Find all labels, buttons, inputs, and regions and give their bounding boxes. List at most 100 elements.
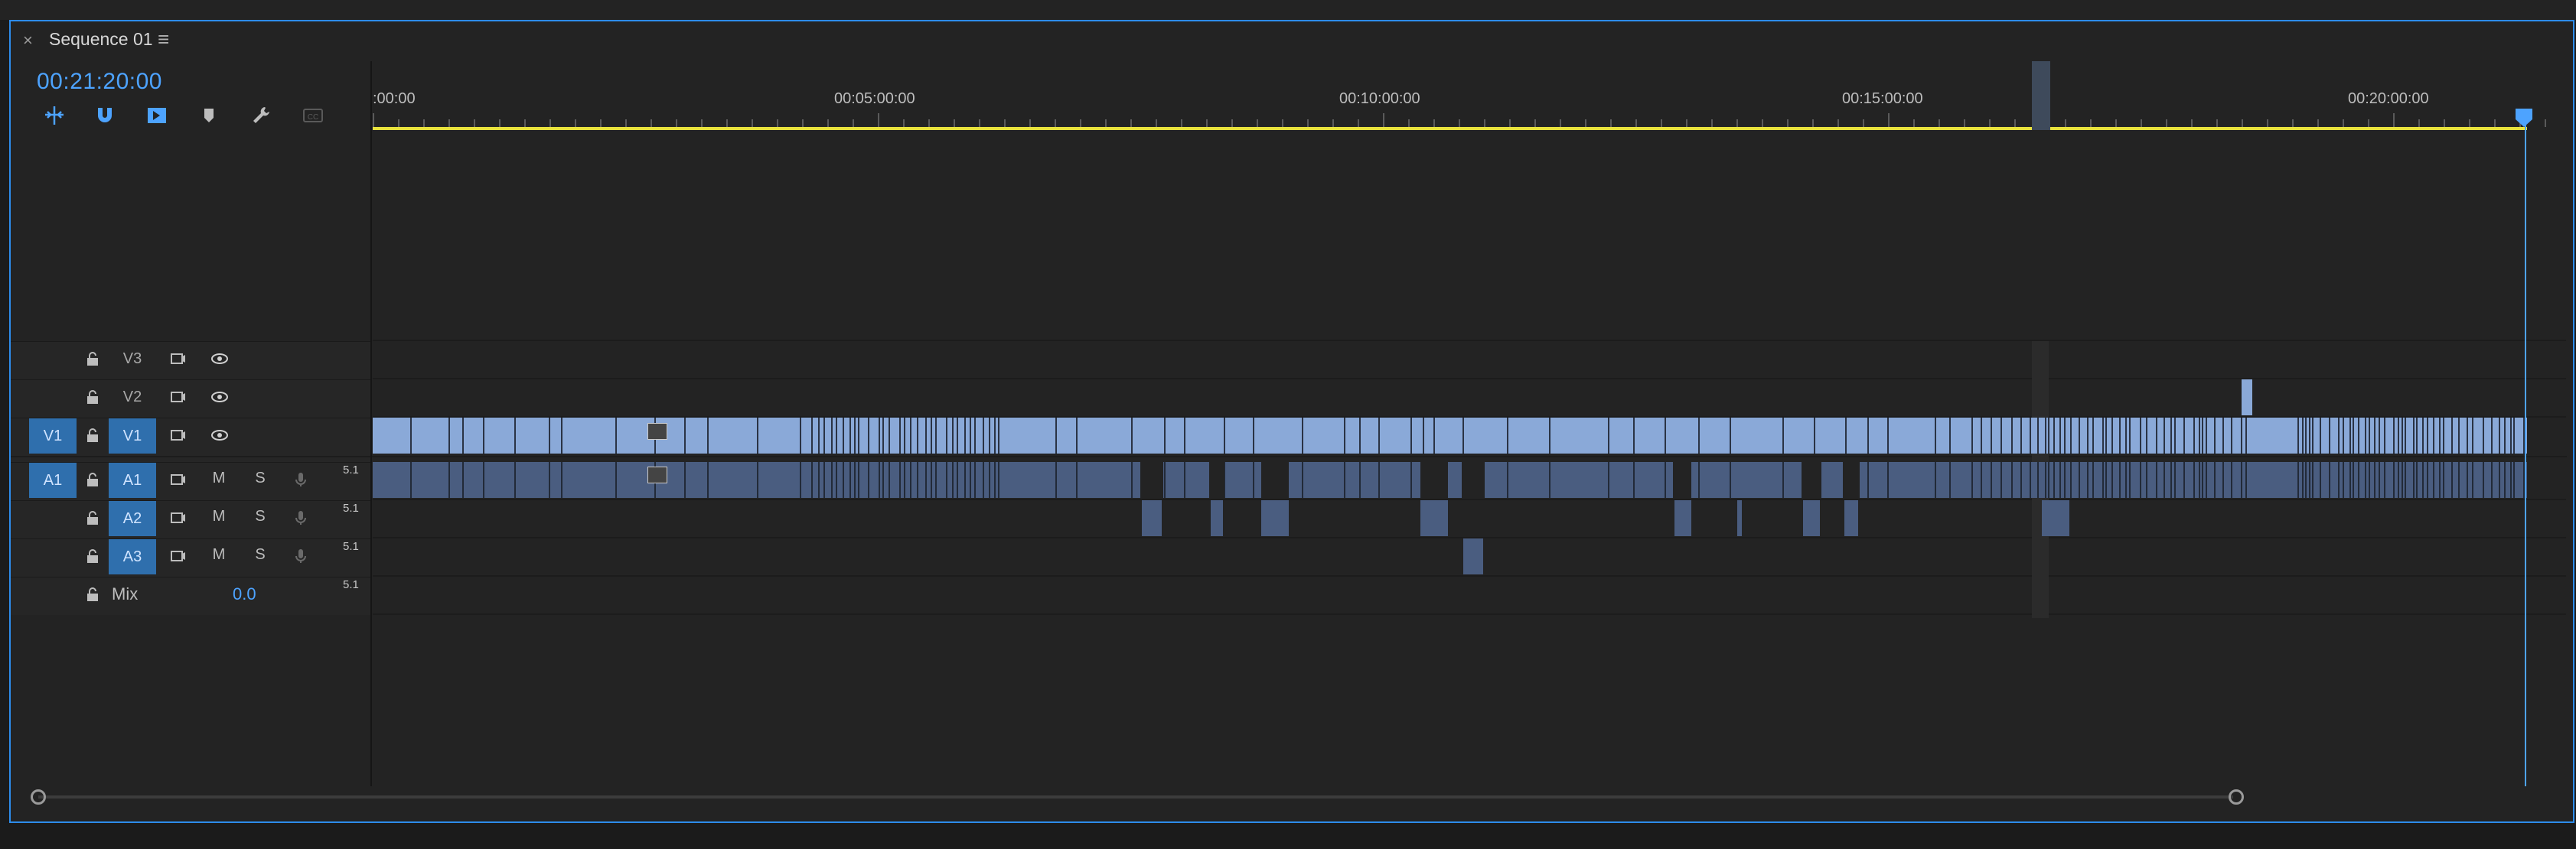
mute-button[interactable]: M xyxy=(207,508,230,525)
snap-magnet-icon[interactable] xyxy=(92,104,118,127)
edit-point xyxy=(974,418,976,454)
ruler-tick xyxy=(1837,119,1839,127)
ruler-tick xyxy=(1534,119,1536,127)
audio-clip-a2[interactable] xyxy=(1674,500,1691,536)
lock-icon[interactable] xyxy=(81,468,104,491)
mute-button[interactable]: M xyxy=(207,470,230,487)
microphone-icon[interactable] xyxy=(289,506,312,529)
track-header-v2 xyxy=(11,379,370,416)
ruler-tick xyxy=(1484,119,1485,127)
edit-point xyxy=(2365,418,2366,454)
ruler-tick xyxy=(1231,119,1233,127)
eye-icon[interactable] xyxy=(208,385,231,408)
linked-selection-icon[interactable] xyxy=(144,104,170,127)
audio-clip-a2[interactable] xyxy=(1211,500,1223,536)
timeline-tracks-area[interactable] xyxy=(373,130,2566,786)
eye-icon[interactable] xyxy=(208,347,231,370)
edit-point xyxy=(843,462,844,498)
edit-point xyxy=(2513,462,2515,498)
in-out-marker[interactable] xyxy=(2032,61,2050,130)
toggle-sync-lock-icon[interactable] xyxy=(167,468,190,491)
ruler-tick xyxy=(1029,119,1031,127)
edit-point xyxy=(2037,418,2039,454)
captions-icon[interactable]: CC xyxy=(300,104,326,127)
lock-icon[interactable] xyxy=(81,545,104,568)
edit-point xyxy=(2504,462,2506,498)
edit-point xyxy=(2398,462,2399,498)
playhead-timecode[interactable]: 00:21:20:00 xyxy=(37,69,162,95)
edit-point xyxy=(2245,462,2247,498)
audio-clip-a2[interactable] xyxy=(1844,500,1858,536)
audio-clip-a3[interactable] xyxy=(1463,538,1483,574)
toggle-sync-lock-icon[interactable] xyxy=(167,506,190,529)
audio-clip-a1[interactable] xyxy=(373,462,2527,498)
scroll-handle-left[interactable] xyxy=(31,789,46,805)
track-label-a2[interactable]: A2 xyxy=(109,501,156,536)
edit-point xyxy=(2119,462,2121,498)
edit-point xyxy=(2309,418,2310,454)
lock-icon[interactable] xyxy=(81,347,104,370)
wrench-settings-icon[interactable] xyxy=(248,104,274,127)
lock-icon[interactable] xyxy=(81,583,104,606)
track-label-v2[interactable]: V2 xyxy=(109,379,156,415)
lock-icon[interactable] xyxy=(81,506,104,529)
microphone-icon[interactable] xyxy=(289,545,312,568)
lock-icon[interactable] xyxy=(81,424,104,447)
edit-point xyxy=(2000,418,2002,454)
edit-point xyxy=(2393,418,2395,454)
edit-point xyxy=(2174,418,2176,454)
track-label-v3[interactable]: V3 xyxy=(109,341,156,376)
edit-point xyxy=(904,418,905,454)
edit-point xyxy=(514,462,516,498)
audio-clip-a2[interactable] xyxy=(1420,500,1448,536)
ruler-label: 00:15:00:00 xyxy=(1842,90,1923,107)
eye-icon[interactable] xyxy=(208,424,231,447)
hamburger-menu-icon[interactable]: ≡ xyxy=(158,28,169,51)
audio-clip-a2[interactable] xyxy=(2042,500,2069,536)
edit-point xyxy=(410,418,412,454)
scrollbar-track[interactable] xyxy=(38,795,2233,799)
mix-volume-value[interactable]: 0.0 xyxy=(233,584,256,604)
source-patch-a1[interactable]: A1 xyxy=(29,463,77,498)
audio-clip-a2[interactable] xyxy=(1142,500,1162,536)
toggle-sync-lock-icon[interactable] xyxy=(167,424,190,447)
fx-badge-icon[interactable] xyxy=(647,423,667,440)
scroll-handle-right[interactable] xyxy=(2229,789,2244,805)
edit-point xyxy=(2183,418,2185,454)
solo-button[interactable]: S xyxy=(249,546,272,564)
track-label-a1[interactable]: A1 xyxy=(109,463,156,498)
source-patch-v1[interactable]: V1 xyxy=(29,418,77,454)
microphone-icon[interactable] xyxy=(289,468,312,491)
video-audio-divider[interactable] xyxy=(11,456,2567,457)
track-label-v1[interactable]: V1 xyxy=(109,418,156,454)
edit-point xyxy=(2030,418,2031,454)
audio-clip-a2[interactable] xyxy=(1803,500,1820,536)
edit-point xyxy=(1633,462,1635,498)
panel-title[interactable]: Sequence 01 xyxy=(49,29,153,50)
mute-button[interactable]: M xyxy=(207,546,230,564)
edit-point xyxy=(483,418,484,454)
edit-point xyxy=(882,462,884,498)
toggle-sync-lock-icon[interactable] xyxy=(167,545,190,568)
video-clip-v2[interactable] xyxy=(2242,379,2252,415)
lock-icon[interactable] xyxy=(81,385,104,408)
add-marker-icon[interactable] xyxy=(196,104,222,127)
playhead-line[interactable] xyxy=(2525,115,2526,786)
insert-overwrite-icon[interactable] xyxy=(41,104,67,127)
audio-clip-a2[interactable] xyxy=(1737,500,1742,536)
video-clip-v1[interactable] xyxy=(373,418,2527,454)
playhead-handle[interactable] xyxy=(2516,109,2532,127)
solo-button[interactable]: S xyxy=(249,508,272,525)
fx-badge-icon[interactable] xyxy=(647,467,667,483)
edit-point xyxy=(1344,462,1345,498)
close-icon[interactable]: × xyxy=(23,31,33,50)
audio-clip-a2[interactable] xyxy=(1261,500,1289,536)
edit-point xyxy=(931,418,932,454)
edit-point xyxy=(2193,418,2195,454)
edit-point xyxy=(2320,462,2321,498)
solo-button[interactable]: S xyxy=(249,470,272,487)
toggle-sync-lock-icon[interactable] xyxy=(167,347,190,370)
track-label-a3[interactable]: A3 xyxy=(109,539,156,574)
edit-point xyxy=(2059,462,2061,498)
toggle-sync-lock-icon[interactable] xyxy=(167,385,190,408)
